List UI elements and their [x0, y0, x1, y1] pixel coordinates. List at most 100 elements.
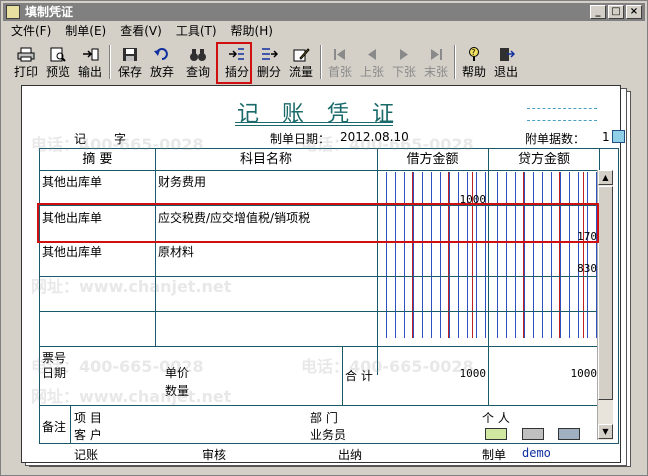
save-label: 保存: [117, 65, 142, 79]
voucher-window: 填制凭证 _ □ × 文件(F) 制单(E) 查看(V) 工具(T) 帮助(H)…: [0, 0, 648, 476]
reviewer-label: 审核: [202, 448, 227, 462]
row3-summary[interactable]: 其他出库单: [42, 243, 102, 260]
card-icon[interactable]: [485, 428, 507, 440]
print-button[interactable]: 打印: [11, 45, 41, 81]
prev-voucher-button[interactable]: 上张: [357, 45, 387, 81]
row3-credit[interactable]: 830: [489, 262, 597, 275]
minimize-button[interactable]: _: [590, 5, 606, 19]
vertical-scrollbar[interactable]: ▲ ▼: [597, 170, 613, 440]
menu-bar: 文件(F) 制单(E) 查看(V) 工具(T) 帮助(H): [3, 22, 645, 40]
title-bar: 填制凭证 _ □ ×: [3, 3, 645, 21]
menu-help[interactable]: 帮助(H): [231, 22, 273, 40]
scroll-up-button[interactable]: ▲: [598, 170, 613, 185]
exit-label: 退出: [493, 65, 518, 79]
voucher-paper: 记 账 凭 证 记 字 制单日期： 2012.08.10 附单据数： 1 摘 要…: [21, 85, 625, 463]
dept-label: 部 门: [310, 411, 338, 425]
total-credit: 1000: [570, 367, 598, 380]
scroll-thumb[interactable]: [598, 186, 613, 400]
bookkeeper-label: 记账: [74, 448, 99, 462]
preview-button[interactable]: 预览: [43, 45, 73, 81]
print-label: 打印: [13, 65, 38, 79]
salesman-label: 业务员: [310, 428, 347, 442]
search-icon[interactable]: [612, 130, 625, 143]
abandon-label: 放弃: [149, 65, 174, 79]
delete-row-icon: [262, 48, 278, 60]
delete-split-button[interactable]: 删分: [254, 45, 284, 81]
voucher-date[interactable]: 2012.08.10: [340, 130, 409, 144]
last-voucher-button[interactable]: 末张: [421, 45, 451, 81]
customer-label: 客 户: [74, 428, 102, 442]
voucher-zi: 字: [114, 132, 127, 146]
account-header: 科目名称: [155, 149, 377, 171]
credit-header: 贷方金额: [488, 149, 600, 171]
bill-date-label: 日期: [42, 366, 67, 380]
maker-name: demo: [522, 446, 551, 460]
voucher-type[interactable]: 记: [74, 130, 86, 147]
attach-label: 附单据数：: [525, 132, 586, 146]
close-button[interactable]: ×: [626, 5, 642, 19]
person-label: 个 人: [482, 411, 510, 425]
floppy-icon: [123, 48, 137, 61]
cashflow-label: 流量: [288, 65, 313, 79]
query-label: 查询: [185, 65, 210, 79]
binoculars-icon: [190, 49, 206, 61]
menu-view[interactable]: 查看(V): [120, 22, 162, 40]
maker-label: 制单: [482, 448, 507, 462]
calculator-icon[interactable]: [522, 428, 544, 440]
settings-icon[interactable]: [558, 428, 580, 440]
total-label: 合 计: [345, 369, 373, 383]
help-button[interactable]: ? 帮助: [459, 45, 489, 81]
insert-highlight: [216, 42, 252, 84]
next-voucher-button[interactable]: 下张: [389, 45, 419, 81]
date-label: 制单日期：: [270, 132, 331, 146]
last-label: 末张: [423, 65, 448, 79]
query-button[interactable]: 查询: [183, 45, 213, 81]
menu-tools[interactable]: 工具(T): [176, 22, 217, 40]
window-title: 填制凭证: [25, 5, 74, 19]
menu-voucher[interactable]: 制单(E): [65, 22, 106, 40]
prev-label: 上张: [359, 65, 384, 79]
save-button[interactable]: 保存: [115, 45, 145, 81]
cashflow-button[interactable]: 流量: [286, 45, 316, 81]
export-button[interactable]: 输出: [75, 45, 105, 81]
export-label: 输出: [77, 65, 102, 79]
project-label: 项 目: [74, 411, 102, 425]
quantity-label: 数量: [165, 384, 190, 398]
cashier-label: 出纳: [338, 448, 363, 462]
attach-count[interactable]: 1: [602, 130, 610, 144]
total-debit: 1000: [459, 367, 487, 380]
toolbar: 打印 预览 输出 保存 放弃 查询 插分 删分 流量 首张 上张 下张 末张 ?…: [3, 41, 645, 83]
menu-file[interactable]: 文件(F): [11, 22, 51, 40]
abandon-button[interactable]: 放弃: [147, 45, 177, 81]
preview-label: 预览: [45, 65, 70, 79]
app-icon: [6, 5, 20, 19]
exit-door-icon: [500, 48, 515, 61]
selected-row-highlight: [37, 203, 599, 243]
unit-price-label: 单价: [165, 366, 190, 380]
first-label: 首张: [327, 65, 352, 79]
undo-icon: [154, 48, 168, 60]
first-voucher-button[interactable]: 首张: [325, 45, 355, 81]
help-icon: ?: [469, 47, 479, 61]
exit-button[interactable]: 退出: [491, 45, 521, 81]
remark-label: 备注: [42, 420, 67, 434]
pencil-paper-icon: [293, 48, 310, 62]
first-icon: [334, 49, 345, 60]
row3-account[interactable]: 原材料: [158, 243, 194, 260]
printer-icon: [17, 47, 35, 62]
delete-split-label: 删分: [256, 65, 281, 79]
preview-icon: [50, 47, 66, 62]
next-label: 下张: [391, 65, 416, 79]
voucher-title: 记 账 凭 证: [237, 102, 402, 127]
summary-header: 摘 要: [40, 149, 155, 171]
voucher-grid: 摘 要 科目名称 借方金额 贷方金额 其他出库单 财务费用 1000 其他出库单…: [39, 148, 619, 444]
maximize-button[interactable]: □: [608, 5, 624, 19]
help-label: 帮助: [461, 65, 486, 79]
svg-text:?: ?: [471, 48, 475, 57]
scroll-down-button[interactable]: ▼: [598, 424, 613, 439]
debit-header: 借方金额: [377, 149, 488, 171]
last-icon: [431, 49, 442, 60]
row1-account[interactable]: 财务费用: [158, 173, 206, 190]
next-icon: [400, 49, 408, 60]
row1-summary[interactable]: 其他出库单: [42, 173, 102, 190]
